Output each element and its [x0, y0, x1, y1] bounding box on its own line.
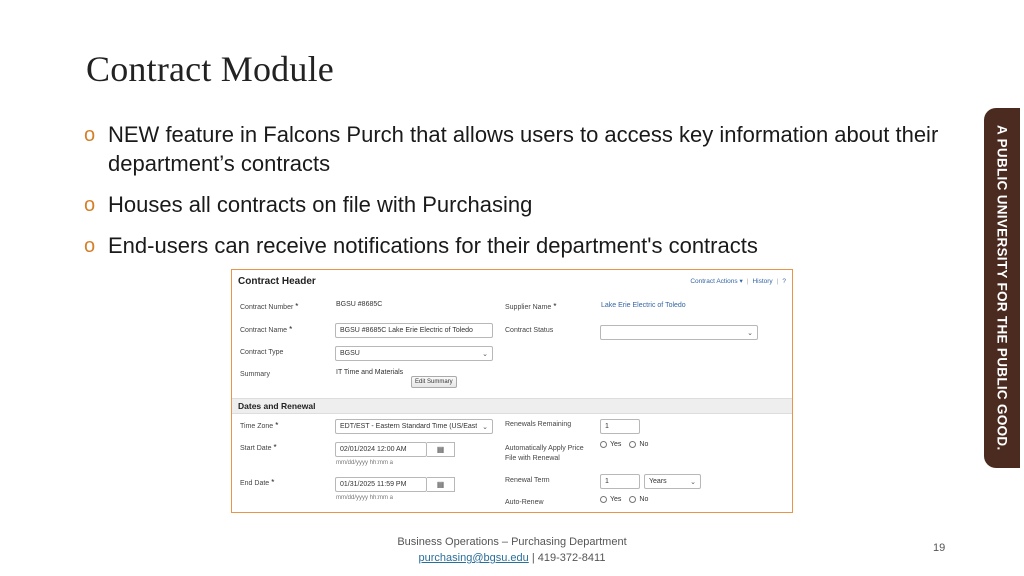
bullet-marker: o [84, 194, 96, 216]
calendar-icon[interactable]: ▦ [427, 442, 455, 457]
auto-apply-label-line2: File with Renewal [505, 455, 560, 462]
supplier-name-link[interactable]: Lake Erie Electric of Toledo [601, 302, 686, 309]
renewals-remaining-value: 1 [605, 423, 609, 430]
renewals-remaining-input[interactable]: 1 [600, 419, 640, 434]
auto-apply-label-line1: Automatically Apply Price [505, 445, 584, 452]
contract-header-bar: Contract Header Contract Actions ▾ | His… [232, 270, 792, 292]
required-mark: * [289, 325, 293, 334]
summary-label: Summary [240, 371, 270, 378]
edit-summary-button[interactable]: Edit Summary [411, 376, 457, 388]
auto-renew-no-radio[interactable]: No [629, 496, 648, 503]
chevron-down-icon: ⌄ [482, 350, 488, 358]
time-zone-value: EDT/EST - Eastern Standard Time (US/East [340, 423, 478, 430]
renewal-term-input[interactable]: 1 [600, 474, 640, 489]
start-date-label-text: Start Date [240, 445, 272, 452]
start-date-input[interactable]: 02/01/2024 12:00 AM [335, 442, 427, 457]
contract-type-value: BGSU [340, 350, 360, 357]
contract-name-value: BGSU #8685C Lake Erie Electric of Toledo [340, 327, 473, 334]
chevron-down-icon: ⌄ [747, 329, 753, 337]
contract-status-select[interactable]: ⌄ [600, 325, 758, 340]
end-date-input[interactable]: 01/31/2025 11:59 PM [335, 477, 427, 492]
auto-renew-yes-radio[interactable]: Yes [600, 496, 621, 503]
bullet-text: Houses all contracts on file with Purcha… [108, 192, 533, 217]
bullet-text: End-users can receive notifications for … [108, 233, 758, 258]
contract-type-label: Contract Type [240, 349, 284, 356]
contract-number-value: BGSU #8685C [336, 301, 383, 308]
bullet-marker: o [84, 235, 96, 257]
contract-number-label: Contract Number * [240, 302, 298, 311]
bullet-marker: o [84, 124, 96, 146]
help-icon[interactable]: ? [782, 278, 786, 285]
required-mark: * [273, 443, 277, 452]
summary-value: IT Time and Materials [336, 369, 404, 376]
side-banner: A PUBLIC UNIVERSITY FOR THE PUBLIC GOOD. [984, 108, 1020, 468]
end-date-label-text: End Date [240, 480, 270, 487]
contract-name-label-text: Contract Name [240, 327, 288, 334]
start-date-hint: mm/dd/yyyy hh:mm a [336, 460, 394, 466]
renewal-term-unit-value: Years [649, 478, 667, 485]
auto-apply-label: Automatically Apply Price File with Rene… [505, 444, 584, 464]
contract-status-label: Contract Status [505, 327, 554, 334]
header-links: Contract Actions ▾ | History | ? [690, 277, 786, 286]
supplier-name-label: Supplier Name * [505, 302, 556, 311]
end-date-hint: mm/dd/yyyy hh:mm a [336, 495, 394, 501]
end-date-value: 01/31/2025 11:59 PM [340, 481, 407, 488]
radio-label: Yes [610, 496, 622, 503]
renewal-term-label: Renewal Term [505, 477, 550, 484]
start-date-label: Start Date * [240, 443, 277, 452]
bullet-item: o End-users can receive notifications fo… [84, 231, 964, 260]
time-zone-select[interactable]: EDT/EST - Eastern Standard Time (US/East… [335, 419, 493, 434]
renewals-remaining-label: Renewals Remaining [505, 421, 572, 428]
renewal-term-value: 1 [605, 478, 609, 485]
auto-renew-label: Auto-Renew [505, 499, 544, 506]
footer-phone: 419-372-8411 [537, 552, 606, 564]
link-separator: | [776, 277, 779, 285]
contract-name-label: Contract Name * [240, 325, 292, 334]
start-date-value: 02/01/2024 12:00 AM [340, 446, 407, 453]
auto-apply-radio-group: Yes No [600, 441, 648, 448]
slide-footer: Business Operations – Purchasing Departm… [0, 534, 1024, 566]
footer-email-link[interactable]: purchasing@bgsu.edu [419, 552, 529, 564]
link-separator: | [746, 277, 749, 285]
footer-department: Business Operations – Purchasing Departm… [397, 536, 627, 548]
bullet-list: o NEW feature in Falcons Purch that allo… [84, 120, 964, 272]
time-zone-label-text: Time Zone [240, 423, 274, 430]
required-mark: * [275, 421, 279, 430]
radio-label: Yes [610, 441, 622, 448]
required-mark: * [271, 478, 275, 487]
radio-label: No [639, 496, 649, 503]
bullet-text: NEW feature in Falcons Purch that allows… [108, 122, 939, 176]
required-mark: * [295, 302, 299, 311]
footer-separator: | [531, 552, 535, 564]
contract-actions-link[interactable]: Contract Actions ▾ [690, 277, 742, 285]
dates-renewal-section-header: Dates and Renewal [232, 398, 792, 414]
contract-header-title: Contract Header [238, 275, 316, 287]
required-mark: * [553, 302, 557, 311]
slide-title: Contract Module [86, 49, 334, 89]
contract-number-label-text: Contract Number [240, 304, 294, 311]
chevron-down-icon: ⌄ [690, 478, 696, 486]
chevron-down-icon: ⌄ [482, 423, 488, 431]
auto-apply-yes-radio[interactable]: Yes [600, 441, 621, 448]
end-date-label: End Date * [240, 478, 274, 487]
contract-form-screenshot: Contract Header Contract Actions ▾ | His… [231, 269, 793, 513]
renewal-term-unit-select[interactable]: Years ⌄ [644, 474, 701, 489]
contract-type-select[interactable]: BGSU ⌄ [335, 346, 493, 361]
supplier-name-label-text: Supplier Name [505, 304, 552, 311]
side-banner-text: A PUBLIC UNIVERSITY FOR THE PUBLIC GOOD. [994, 125, 1010, 451]
page-number: 19 [933, 542, 946, 554]
history-link[interactable]: History [752, 278, 772, 285]
auto-renew-radio-group: Yes No [600, 496, 648, 503]
auto-apply-no-radio[interactable]: No [629, 441, 648, 448]
radio-label: No [639, 441, 649, 448]
bullet-item: o NEW feature in Falcons Purch that allo… [84, 120, 964, 178]
bullet-item: o Houses all contracts on file with Purc… [84, 190, 964, 219]
footer-contact: purchasing@bgsu.edu | 419-372-8411 [0, 550, 1024, 566]
calendar-icon[interactable]: ▦ [427, 477, 455, 492]
time-zone-label: Time Zone * [240, 421, 278, 430]
contract-name-input[interactable]: BGSU #8685C Lake Erie Electric of Toledo [335, 323, 493, 338]
